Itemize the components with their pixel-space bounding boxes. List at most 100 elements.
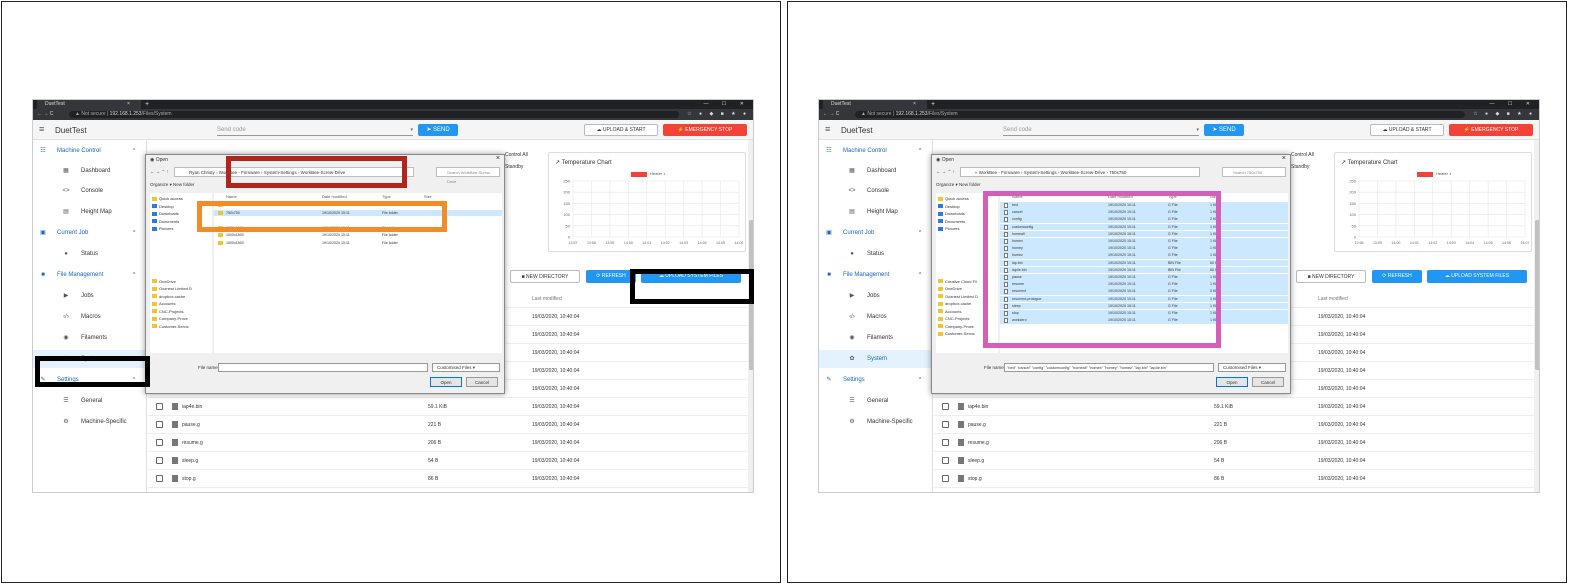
- nav-icons[interactable]: ← → C: [37, 109, 53, 120]
- send-code-input[interactable]: Send code ▾: [1003, 124, 1199, 136]
- sidebar-item-machine-specific[interactable]: ⚙ Machine-Specific: [819, 413, 933, 431]
- file-name[interactable]: resume.g: [182, 434, 203, 452]
- sidebar-item-dashboard[interactable]: ▦ Dashboard: [819, 162, 933, 180]
- last-modified-header[interactable]: Last modified: [532, 290, 562, 308]
- scrollbar-thumb[interactable]: [1535, 220, 1539, 370]
- organize-menu[interactable]: Organize ▾: [936, 182, 958, 187]
- sidebar-item-general[interactable]: ☰ General: [819, 392, 933, 410]
- table-row[interactable]: pause.g 221 B 19/03/2020, 10:40:04: [934, 416, 1534, 434]
- dialog-search-input[interactable]: Search WorkBee-Screw-Drive: [436, 167, 500, 184]
- nav-tree-item[interactable]: OneDrive: [152, 278, 212, 285]
- refresh-button[interactable]: ⟳ REFRESH: [1372, 270, 1422, 283]
- sidebar-item-jobs[interactable]: ▶ Jobs: [819, 287, 933, 305]
- cancel-button[interactable]: Cancel: [466, 377, 498, 387]
- sidebar-item-system[interactable]: ✿ System: [819, 350, 933, 368]
- close-icon[interactable]: ×: [1282, 155, 1286, 162]
- menu-icon[interactable]: ≡: [39, 124, 44, 134]
- file-name[interactable]: stop.g: [182, 470, 196, 488]
- emergency-stop-button[interactable]: ⚡ EMERGENCY STOP: [663, 124, 747, 136]
- file-name-input[interactable]: [218, 363, 428, 372]
- control-all-label[interactable]: Control All: [505, 152, 545, 158]
- row-checkbox[interactable]: [942, 457, 949, 464]
- row-checkbox[interactable]: [156, 457, 163, 464]
- sidebar-item-filaments[interactable]: ◉ Filaments: [819, 329, 933, 347]
- nav-tree-item[interactable]: Accounts: [152, 300, 212, 307]
- chevron-down-icon[interactable]: ▾: [1196, 124, 1199, 136]
- legend-swatch[interactable]: [631, 172, 647, 177]
- row-checkbox[interactable]: [156, 439, 163, 446]
- browser-tab[interactable]: DuetTest ×: [37, 100, 141, 109]
- column-header[interactable]: Type: [382, 193, 391, 201]
- upload-start-button[interactable]: ☁ UPLOAD & START: [584, 124, 658, 136]
- organize-menu[interactable]: Organize ▾: [150, 182, 172, 187]
- file-type-select[interactable]: Customised Files ▾: [432, 363, 500, 372]
- upload-start-button[interactable]: ☁ UPLOAD & START: [1370, 124, 1444, 136]
- file-name[interactable]: resume.g: [968, 434, 989, 452]
- file-name[interactable]: iap4e.bin: [968, 398, 988, 416]
- sidebar-item-console[interactable]: <> Console: [819, 182, 933, 200]
- sidebar-item-height-map[interactable]: ▤ Height Map: [33, 203, 147, 221]
- new-tab-icon[interactable]: +: [145, 100, 149, 109]
- control-all-label[interactable]: Control All: [1291, 152, 1331, 158]
- table-row[interactable]: iap4e.bin 59.1 KiB 19/03/2020, 10:40:04: [934, 398, 1534, 416]
- sidebar-item-macros[interactable]: ‹/› Macros: [819, 308, 933, 326]
- row-checkbox[interactable]: [156, 421, 163, 428]
- legend-swatch[interactable]: [1417, 172, 1433, 177]
- row-checkbox[interactable]: [942, 403, 949, 410]
- sidebar-section-machine-control[interactable]: ☷ Machine Control ^: [33, 142, 147, 160]
- chevron-down-icon[interactable]: ▾: [410, 124, 413, 136]
- file-name[interactable]: sleep.g: [968, 452, 984, 470]
- sidebar-section-current-job[interactable]: ▣ Current Job ^: [819, 224, 933, 242]
- row-checkbox[interactable]: [942, 439, 949, 446]
- file-row[interactable]: 1000x1500 19/10/2020 15:11 File folder: [214, 232, 502, 239]
- table-row[interactable]: resume.g 206 B 19/03/2020, 10:40:04: [148, 434, 748, 452]
- file-name[interactable]: sleep.g: [182, 452, 198, 470]
- sidebar-item-console[interactable]: <> Console: [33, 182, 147, 200]
- new-directory-button[interactable]: ■ NEW DIRECTORY: [510, 270, 580, 283]
- row-checkbox[interactable]: [156, 403, 163, 410]
- file-name[interactable]: stop.g: [968, 470, 982, 488]
- sidebar-item-status[interactable]: ● Status: [33, 245, 147, 263]
- nav-tree-item[interactable]: dropbox.cache: [152, 293, 212, 300]
- sidebar-section-settings[interactable]: ✎ Settings ^: [819, 371, 933, 389]
- file-name[interactable]: pause.g: [968, 416, 986, 434]
- open-button[interactable]: Open: [1216, 377, 1248, 387]
- emergency-stop-button[interactable]: ⚡ EMERGENCY STOP: [1449, 124, 1533, 136]
- file-name-input[interactable]: "bed" "cancel" "config" "customconfig" "…: [1004, 363, 1214, 372]
- table-row[interactable]: iap4e.bin 59.1 KiB 19/03/2020, 10:40:04: [148, 398, 748, 416]
- dialog-breadcrumb[interactable]: « WorkBee - Firmware › System-Settings ›…: [960, 167, 1200, 177]
- file-name[interactable]: pause.g: [182, 416, 200, 434]
- last-modified-header[interactable]: Last modified: [1318, 290, 1348, 308]
- menu-icon[interactable]: ≡: [825, 124, 830, 134]
- sidebar-section-current-job[interactable]: ▣ Current Job ^: [33, 224, 147, 242]
- nav-icons[interactable]: ← → C: [823, 109, 839, 120]
- table-row[interactable]: sleep.g 54 B 19/03/2020, 10:40:04: [148, 452, 748, 470]
- address-bar[interactable]: ▲ Not secure | 192.168.1.253/Files/Syste…: [855, 111, 1465, 118]
- column-header[interactable]: Size: [424, 193, 432, 201]
- table-row[interactable]: pause.g 221 B 19/03/2020, 10:40:04: [148, 416, 748, 434]
- new-tab-icon[interactable]: +: [931, 100, 935, 109]
- file-name[interactable]: iap4e.bin: [182, 398, 202, 416]
- new-folder-button[interactable]: New folder: [173, 182, 195, 187]
- extension-icons[interactable]: ☆ ● ◆ ■ ★ ●: [1473, 109, 1535, 120]
- tab-close-icon[interactable]: ×: [913, 100, 916, 109]
- send-code-input[interactable]: Send code ▾: [217, 124, 413, 136]
- tab-close-icon[interactable]: ×: [127, 100, 130, 109]
- close-icon[interactable]: ×: [496, 155, 500, 162]
- table-row[interactable]: resume.g 206 B 19/03/2020, 10:40:04: [934, 434, 1534, 452]
- window-controls[interactable]: — ☐ ✕: [1490, 100, 1536, 109]
- refresh-button[interactable]: ⟳ REFRESH: [586, 270, 636, 283]
- sidebar-item-jobs[interactable]: ▶ Jobs: [33, 287, 147, 305]
- file-row[interactable]: 1500x1500 19/10/2020 15:11 File folder: [214, 240, 502, 247]
- window-controls[interactable]: — ☐ ✕: [704, 100, 750, 109]
- file-type-select[interactable]: Customised Files ▾: [1218, 363, 1286, 372]
- sidebar-item-filaments[interactable]: ◉ Filaments: [33, 329, 147, 347]
- sidebar-item-height-map[interactable]: ▤ Height Map: [819, 203, 933, 221]
- scrollbar[interactable]: [1534, 140, 1539, 492]
- upload-system-files-button[interactable]: ☁ UPLOAD SYSTEM FILES: [1427, 270, 1527, 283]
- sidebar-section-file-management[interactable]: ■ File Management ^: [819, 266, 933, 284]
- sidebar-item-general[interactable]: ☰ General: [33, 392, 147, 410]
- table-row[interactable]: stop.g 86 B 19/03/2020, 10:40:04: [148, 470, 748, 488]
- nav-tree-item[interactable]: Ooznest Limited D: [152, 285, 212, 292]
- table-row[interactable]: stop.g 86 B 19/03/2020, 10:40:04: [934, 470, 1534, 488]
